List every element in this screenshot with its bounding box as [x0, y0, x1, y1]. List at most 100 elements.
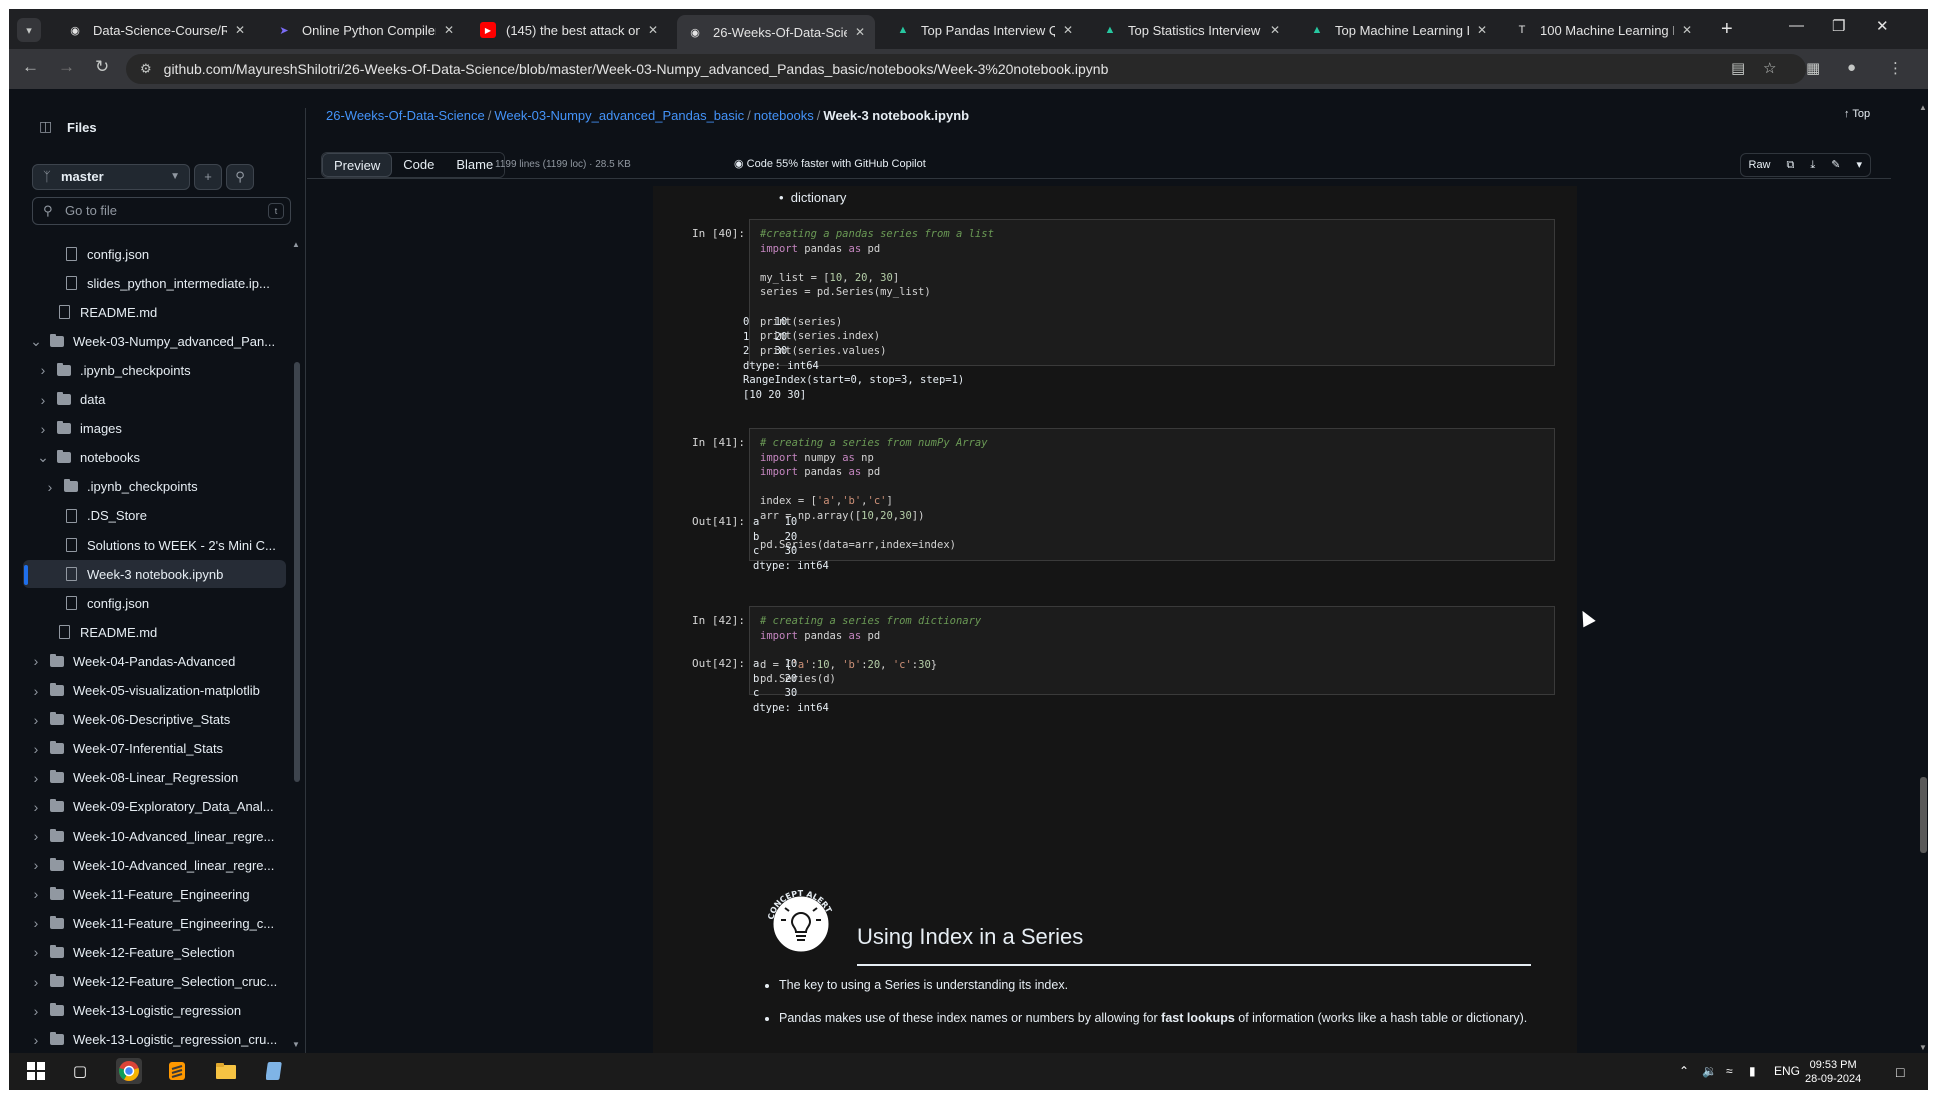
tree-file-item[interactable]: README.md: [23, 618, 286, 646]
page-scroll-thumb[interactable]: [1920, 777, 1927, 853]
chevron-right-icon[interactable]: ›: [29, 741, 43, 757]
sidebar-scroll-thumb[interactable]: [294, 362, 300, 782]
tab-close-icon[interactable]: ✕: [444, 23, 454, 37]
chevron-right-icon[interactable]: ›: [29, 799, 43, 815]
browser-tab[interactable]: ▲ Top Pandas Interview Que ✕: [885, 15, 1083, 45]
copilot-promo[interactable]: ◉ Code 55% faster with GitHub Copilot: [734, 157, 926, 170]
chevron-down-icon[interactable]: ⌄: [36, 449, 50, 466]
task-view-icon[interactable]: ▢: [67, 1058, 93, 1084]
tab-code[interactable]: Code: [392, 153, 446, 177]
wifi-icon[interactable]: ≈: [1726, 1064, 1733, 1078]
bookmark-star-icon[interactable]: ☆: [1763, 59, 1776, 77]
chevron-right-icon[interactable]: ›: [43, 479, 57, 495]
windows-start-icon[interactable]: [23, 1058, 49, 1084]
browser-tab[interactable]: ▶ (145) the best attack on t ✕: [470, 15, 668, 45]
tree-folder-item[interactable]: › Week-11-Feature_Engineering: [23, 880, 286, 908]
new-tab-button[interactable]: +: [1721, 18, 1733, 40]
notepad-icon[interactable]: [262, 1058, 288, 1084]
site-info-icon[interactable]: ⚙: [140, 61, 152, 77]
extensions-icon[interactable]: ▦: [1806, 59, 1820, 77]
tab-close-icon[interactable]: ✕: [1682, 23, 1692, 37]
chevron-right-icon[interactable]: ›: [36, 421, 50, 437]
copy-icon[interactable]: ⧉: [1779, 154, 1803, 176]
branch-selector[interactable]: ᛉ master ▼: [32, 164, 190, 190]
sidebar-scrollbar[interactable]: ▲ ▼: [291, 238, 303, 1054]
page-scrollbar[interactable]: ▲ ▼: [1919, 103, 1928, 1053]
browser-tab[interactable]: ◉ 26-Weeks-Of-Data-Scienc ✕: [677, 15, 875, 49]
chevron-right-icon[interactable]: ›: [29, 1003, 43, 1019]
breadcrumb-subfolder[interactable]: notebooks: [754, 108, 814, 123]
breadcrumb-repo[interactable]: 26-Weeks-Of-Data-Science: [326, 108, 485, 123]
tree-folder-item[interactable]: › .ipynb_checkpoints: [23, 473, 286, 501]
tree-file-item[interactable]: slides_python_intermediate.ip...: [23, 269, 286, 297]
edit-pencil-icon[interactable]: ✎: [1823, 154, 1848, 176]
reload-icon[interactable]: ↻: [95, 57, 109, 77]
tree-folder-item[interactable]: › Week-10-Advanced_linear_regre...: [23, 822, 286, 850]
tab-close-icon[interactable]: ✕: [855, 25, 865, 39]
tab-close-icon[interactable]: ✕: [1270, 23, 1280, 37]
tab-close-icon[interactable]: ✕: [1063, 23, 1073, 37]
tree-folder-item[interactable]: › Week-05-visualization-matplotlib: [23, 677, 286, 705]
tree-file-item[interactable]: config.json: [23, 589, 286, 617]
tree-folder-item[interactable]: › images: [23, 415, 286, 443]
back-icon[interactable]: ←: [22, 57, 39, 77]
go-to-file-input[interactable]: ⚲ Go to file t: [32, 197, 291, 225]
battery-icon[interactable]: ▮: [1749, 1064, 1756, 1078]
tree-folder-item[interactable]: › data: [23, 386, 286, 414]
chevron-right-icon[interactable]: ›: [29, 974, 43, 990]
tree-folder-item[interactable]: › Week-07-Inferential_Stats: [23, 735, 286, 763]
chrome-icon[interactable]: [116, 1058, 142, 1084]
chevron-right-icon[interactable]: ›: [29, 712, 43, 728]
top-link[interactable]: ↑ Top: [1844, 108, 1870, 120]
close-window-icon[interactable]: ✕: [1876, 17, 1889, 35]
minimize-icon[interactable]: —: [1789, 17, 1804, 34]
download-icon[interactable]: ⤓: [1802, 154, 1823, 176]
browser-tab[interactable]: ▲ Top Machine Learning Int ✕: [1299, 15, 1497, 45]
chevron-right-icon[interactable]: ›: [29, 653, 43, 669]
breadcrumb-folder[interactable]: Week-03-Numpy_advanced_Pandas_basic: [494, 108, 744, 123]
tree-folder-item[interactable]: ⌄ Week-03-Numpy_advanced_Pan...: [23, 327, 286, 355]
tree-folder-item[interactable]: › .ipynb_checkpoints: [23, 356, 286, 384]
browser-tab[interactable]: ▲ Top Statistics Interview Q ✕: [1092, 15, 1290, 45]
file-explorer-icon[interactable]: [213, 1058, 239, 1084]
chevron-right-icon[interactable]: ›: [36, 362, 50, 378]
tree-folder-item[interactable]: ⌄ notebooks: [23, 444, 286, 472]
tree-folder-item[interactable]: › Week-12-Feature_Selection: [23, 938, 286, 966]
chevron-right-icon[interactable]: ›: [29, 1032, 43, 1048]
profile-avatar-icon[interactable]: ●: [1847, 59, 1856, 76]
tab-close-icon[interactable]: ✕: [1477, 23, 1487, 37]
chevron-right-icon[interactable]: ›: [29, 915, 43, 931]
tab-preview[interactable]: Preview: [322, 153, 393, 177]
chevron-down-icon[interactable]: ⌄: [29, 333, 43, 350]
chevron-right-icon[interactable]: ›: [29, 857, 43, 873]
tree-file-item[interactable]: config.json: [23, 240, 286, 268]
page-scroll-down-icon[interactable]: ▼: [1919, 1043, 1927, 1052]
forward-icon[interactable]: →: [58, 57, 75, 77]
language-indicator[interactable]: ENG: [1774, 1064, 1800, 1078]
chevron-right-icon[interactable]: ›: [29, 770, 43, 786]
tree-folder-item[interactable]: › Week-13-Logistic_regression_cru...: [23, 1026, 286, 1054]
page-scroll-up-icon[interactable]: ▲: [1919, 103, 1927, 112]
raw-button[interactable]: Raw: [1741, 154, 1779, 176]
sublime-text-icon[interactable]: [164, 1058, 190, 1084]
scroll-down-icon[interactable]: ▼: [292, 1040, 300, 1049]
chevron-right-icon[interactable]: ›: [29, 944, 43, 960]
tab-close-icon[interactable]: ✕: [648, 23, 658, 37]
tree-folder-item[interactable]: › Week-06-Descriptive_Stats: [23, 706, 286, 734]
tree-folder-item[interactable]: › Week-10-Advanced_linear_regre...: [23, 851, 286, 879]
tree-folder-item[interactable]: › Week-09-Exploratory_Data_Anal...: [23, 793, 286, 821]
tree-file-item[interactable]: Week-3 notebook.ipynb: [23, 560, 286, 589]
tree-folder-item[interactable]: › Week-13-Logistic_regression: [23, 997, 286, 1025]
chevron-right-icon[interactable]: ›: [29, 683, 43, 699]
browser-menu-icon[interactable]: ⋮: [1888, 59, 1903, 77]
tree-file-item[interactable]: Solutions to WEEK - 2's Mini C...: [23, 531, 286, 559]
more-options-chevron-icon[interactable]: ▾: [1848, 154, 1870, 176]
browser-tab[interactable]: ◉ Data-Science-Course/REA ✕: [57, 15, 255, 45]
tab-close-icon[interactable]: ✕: [235, 23, 245, 37]
tree-folder-item[interactable]: › Week-11-Feature_Engineering_c...: [23, 909, 286, 937]
add-file-button[interactable]: +: [194, 164, 222, 190]
clock[interactable]: 09:53 PM 28-09-2024: [1805, 1058, 1861, 1086]
tree-file-item[interactable]: README.md: [23, 298, 286, 326]
tab-search-icon[interactable]: ▾: [17, 18, 41, 42]
chevron-right-icon[interactable]: ›: [29, 886, 43, 902]
